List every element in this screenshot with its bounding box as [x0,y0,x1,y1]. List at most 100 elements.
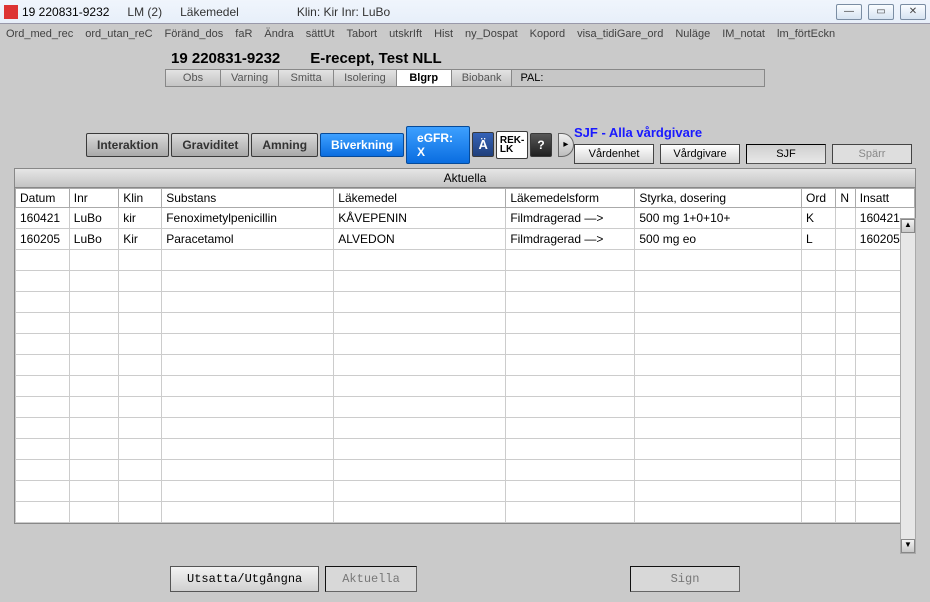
table-row[interactable] [16,439,915,460]
medication-table: Datum Inr Klin Substans Läkemedel Läkeme… [15,188,915,523]
menu-sattut[interactable]: sättUt [306,28,335,40]
table-row[interactable] [16,418,915,439]
cell-n [836,460,855,481]
btn-utsatta[interactable]: Utsatta/Utgångna [170,566,319,592]
table-row[interactable] [16,271,915,292]
cell-substans [162,481,334,502]
cell-n [836,208,855,229]
table-row[interactable]: 160205LuBoKirParacetamolALVEDONFilmdrage… [16,229,915,250]
table-row[interactable] [16,250,915,271]
pill-egfr[interactable]: eGFR: X [406,126,470,164]
strip-smitta[interactable]: Smitta [279,70,334,86]
cell-inr: LuBo [69,229,118,250]
title-patient-id: 19 220831-9232 [22,5,109,19]
col-n[interactable]: N [836,189,855,208]
pill-a-umlaut[interactable]: Ä [472,132,493,157]
menu-kopord[interactable]: Kopord [530,28,565,40]
btn-vardenhet[interactable]: Vårdenhet [574,144,654,164]
scroll-down-icon[interactable]: ▼ [901,539,915,553]
patient-id: 19 220831-9232 [171,50,280,67]
cell-form [506,292,635,313]
menu-ord-utan-rec[interactable]: ord_utan_reC [85,28,152,40]
strip-blgrp[interactable]: Blgrp [397,70,452,86]
menu-lm-forteckn[interactable]: lm_förtEckn [777,28,835,40]
cell-ord [802,250,836,271]
cell-datum [16,397,70,418]
cell-lakemedel: ALVEDON [334,229,506,250]
cell-klin [119,418,162,439]
table-row[interactable] [16,502,915,523]
medication-table-container: Aktuella Datum Inr Klin Substans Läkemed… [14,168,916,524]
cell-n [836,418,855,439]
menu-tabort[interactable]: Tabort [346,28,377,40]
pill-graviditet[interactable]: Graviditet [171,133,249,157]
cell-klin [119,271,162,292]
maximize-button[interactable]: ▭ [868,4,894,20]
menu-im-notat[interactable]: IM_notat [722,28,765,40]
pill-help[interactable]: ? [530,133,551,157]
col-datum[interactable]: Datum [16,189,70,208]
table-row[interactable] [16,481,915,502]
pill-amning[interactable]: Amning [251,133,318,157]
pill-biverkning[interactable]: Biverkning [320,133,404,157]
cell-inr [69,376,118,397]
cell-inr [69,502,118,523]
minimize-button[interactable]: — [836,4,862,20]
col-klin[interactable]: Klin [119,189,162,208]
col-inr[interactable]: Inr [69,189,118,208]
pill-rek[interactable]: REK- LK [496,131,528,159]
table-row[interactable] [16,376,915,397]
btn-sjf[interactable]: SJF [746,144,826,164]
btn-aktuella[interactable]: Aktuella [325,566,417,592]
table-row[interactable]: 160421LuBokirFenoximetylpenicillinKÅVEPE… [16,208,915,229]
table-row[interactable] [16,334,915,355]
scroll-up-icon[interactable]: ▲ [901,219,915,233]
cell-substans [162,397,334,418]
menu-ord-med-rec[interactable]: Ord_med_rec [6,28,73,40]
col-lakemedelsform[interactable]: Läkemedelsform [506,189,635,208]
close-button[interactable]: ✕ [900,4,926,20]
expand-arrow-icon[interactable]: ▸ [558,133,574,157]
cell-form [506,397,635,418]
sjf-title: SJF - Alla vårdgivare [574,125,912,140]
strip-obs[interactable]: Obs [166,70,221,86]
cell-substans: Paracetamol [162,229,334,250]
cell-substans [162,292,334,313]
menu-visa-tidigare-ord[interactable]: visa_tidiGare_ord [577,28,663,40]
cell-styrka [635,502,802,523]
cell-form: Filmdragerad —> [506,229,635,250]
cell-datum: 160421 [16,208,70,229]
table-row[interactable] [16,355,915,376]
pal-label: PAL: [512,70,551,86]
menu-far[interactable]: faR [235,28,252,40]
table-scrollbar[interactable]: ▲ ▼ [900,218,916,554]
menu-utskrift[interactable]: utskrIft [389,28,422,40]
table-row[interactable] [16,460,915,481]
col-lakemedel[interactable]: Läkemedel [334,189,506,208]
strip-biobank[interactable]: Biobank [452,70,513,86]
pill-interaktion[interactable]: Interaktion [86,133,169,157]
btn-sign[interactable]: Sign [630,566,740,592]
strip-varning[interactable]: Varning [221,70,279,86]
menu-hist[interactable]: Hist [434,28,453,40]
col-styrka[interactable]: Styrka, dosering [635,189,802,208]
table-row[interactable] [16,397,915,418]
menu-forand-dos[interactable]: Föränd_dos [165,28,224,40]
btn-vardgivare[interactable]: Vårdgivare [660,144,740,164]
col-ord[interactable]: Ord [802,189,836,208]
cell-ord [802,292,836,313]
title-klin-inr: Klin: Kir Inr: LuBo [297,5,390,19]
table-row[interactable] [16,313,915,334]
cell-styrka [635,439,802,460]
menubar: Ord_med_rec ord_utan_reC Föränd_dos faR … [0,24,930,44]
col-substans[interactable]: Substans [162,189,334,208]
menu-nulage[interactable]: Nuläge [675,28,710,40]
strip-isolering[interactable]: Isolering [334,70,397,86]
btn-sparr[interactable]: Spärr [832,144,912,164]
menu-ny-dospat[interactable]: ny_Dospat [465,28,518,40]
menu-andra[interactable]: Ändra [264,28,293,40]
table-row[interactable] [16,292,915,313]
cell-styrka: 500 mg 1+0+10+ [635,208,802,229]
col-insatt[interactable]: Insatt [855,189,914,208]
cell-klin [119,334,162,355]
